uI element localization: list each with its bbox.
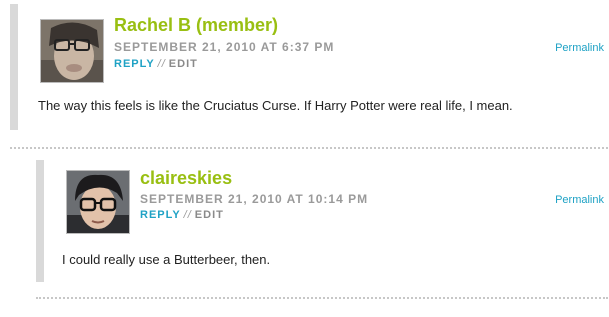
action-separator: // [183,209,192,221]
avatar [40,19,104,83]
comment-left-bar [10,4,18,130]
reply-link[interactable]: REPLY [140,209,181,221]
comment-body: The way this feels is like the Cruciatus… [38,98,513,113]
avatar [66,170,130,234]
comment-actions: REPLY//EDIT [114,58,198,70]
comment-body: I could really use a Butterbeer, then. [62,252,271,267]
permalink-link[interactable]: Permalink [555,194,604,206]
comment-divider [10,147,608,149]
comment-date: SEPTEMBER 21, 2010 AT 6:37 PM [114,40,335,54]
comment-claireskies: claireskies SEPTEMBER 21, 2010 AT 10:14 … [36,160,608,282]
comment-left-bar [36,160,44,282]
reply-link[interactable]: REPLY [114,58,155,70]
edit-link[interactable]: EDIT [195,209,224,221]
comment-divider [36,297,608,299]
edit-link[interactable]: EDIT [169,58,198,70]
action-separator: // [157,58,166,70]
comment-actions: REPLY//EDIT [140,209,224,221]
comment-author[interactable]: Rachel B (member) [114,15,278,36]
comment-rachel: Rachel B (member) SEPTEMBER 21, 2010 AT … [10,4,608,130]
avatar-image [67,171,129,233]
comment-date: SEPTEMBER 21, 2010 AT 10:14 PM [140,192,369,206]
permalink-link[interactable]: Permalink [555,42,604,54]
comment-author[interactable]: claireskies [140,168,232,189]
avatar-image [41,20,103,82]
